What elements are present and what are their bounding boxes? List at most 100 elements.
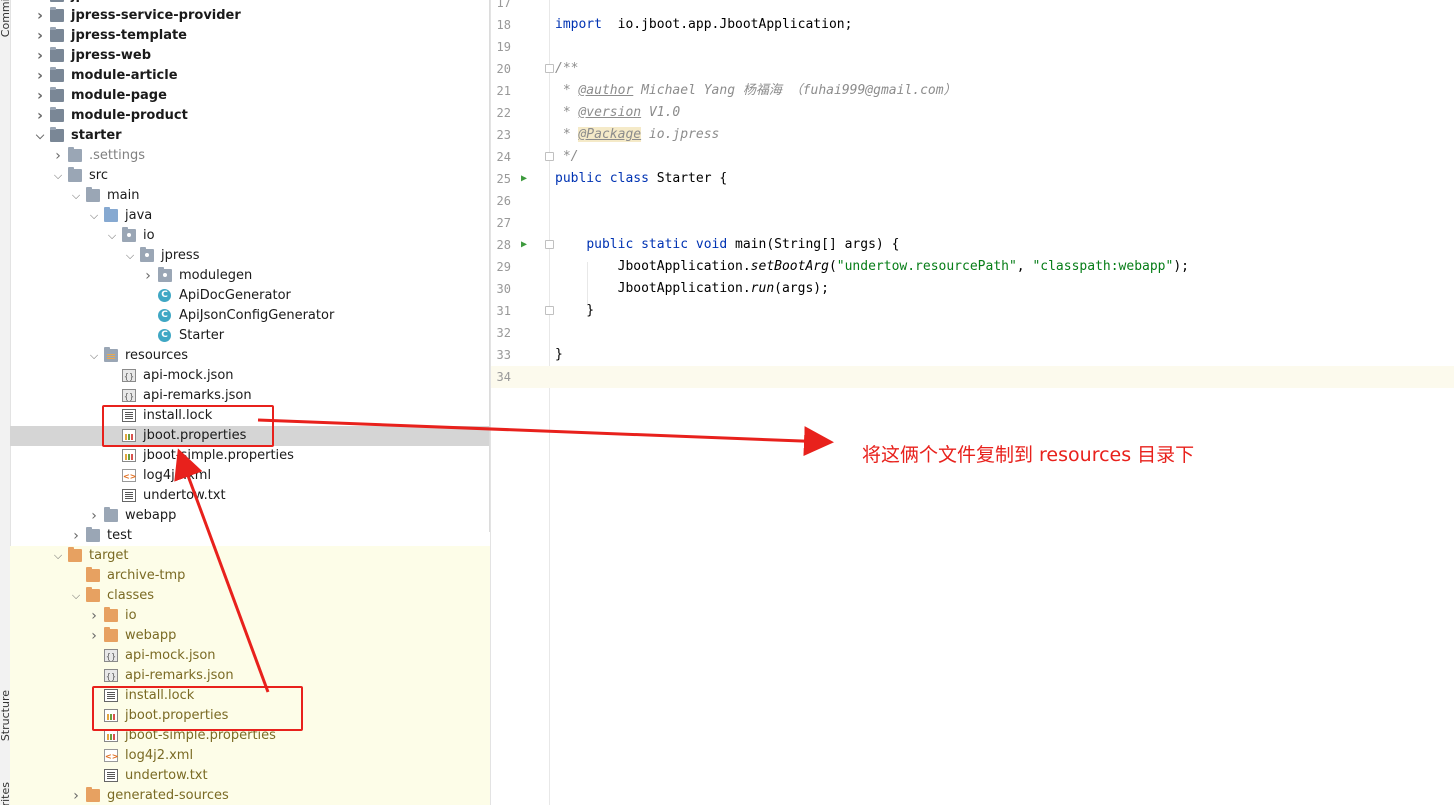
code-line[interactable]: 34 — [491, 366, 1454, 388]
tree-node[interactable]: <> log4j2.xml — [10, 746, 480, 766]
chevron-right-icon[interactable]: › — [70, 526, 82, 546]
chevron-right-icon[interactable]: › — [52, 146, 64, 166]
tree-node[interactable]: ⌵ resources — [10, 346, 480, 366]
tree-node[interactable]: C ApiDocGenerator — [10, 286, 480, 306]
tree-node-label: test — [107, 528, 132, 543]
tree-node[interactable]: ⌵ jpress — [10, 246, 480, 266]
tree-node[interactable]: › .settings — [10, 146, 480, 166]
chevron-down-icon[interactable]: ⌵ — [88, 346, 100, 366]
chevron-right-icon[interactable]: › — [88, 506, 100, 526]
fold-marker-icon[interactable] — [545, 152, 554, 161]
chevron-right-icon[interactable]: › — [34, 6, 46, 26]
chevron-right-icon[interactable]: › — [142, 266, 154, 286]
tree-node[interactable]: ⌵ java — [10, 206, 480, 226]
chevron-right-icon[interactable]: › — [34, 86, 46, 106]
code-token: , — [1016, 259, 1033, 274]
tree-node[interactable]: › module-product — [10, 106, 480, 126]
tree-node[interactable]: ⌵ classes — [10, 586, 480, 606]
code-line[interactable]: 27 — [491, 212, 1454, 234]
code-line[interactable]: 29 JbootApplication.setBootArg("undertow… — [491, 256, 1454, 278]
text-file-icon — [122, 489, 136, 502]
code-editor[interactable]: 17 18 import io.jboot.app.JbootApplication… — [490, 0, 1454, 805]
tree-node[interactable]: ⌵ main — [10, 186, 480, 206]
code-line[interactable]: 26 — [491, 190, 1454, 212]
fold-marker-icon[interactable] — [545, 64, 554, 73]
fold-marker-icon[interactable] — [545, 240, 554, 249]
tree-node[interactable]: ⌵ src — [10, 166, 480, 186]
run-icon[interactable]: ▶ — [521, 234, 527, 256]
chevron-down-icon[interactable]: ⌵ — [52, 546, 64, 566]
tree-node[interactable]: <> log4j2.xml — [10, 466, 480, 486]
tree-node[interactable]: ⌵ target — [10, 546, 480, 566]
chevron-down-icon[interactable]: ⌵ — [88, 206, 100, 226]
chevron-right-icon[interactable]: › — [70, 786, 82, 805]
code-token: */ — [555, 149, 579, 164]
chevron-down-icon[interactable]: ⌵ — [52, 166, 64, 186]
excluded-folder-icon — [68, 547, 82, 562]
tree-node-label: log4j2.xml — [125, 748, 194, 763]
tree-node[interactable]: › webapp — [10, 506, 480, 526]
chevron-right-icon[interactable]: › — [34, 46, 46, 66]
code-token: "classpath:webapp" — [1032, 259, 1174, 274]
code-token: Starter { — [648, 171, 728, 186]
tree-node[interactable]: › generated-sources — [10, 786, 480, 805]
chevron-down-icon[interactable]: ⌵ — [70, 586, 82, 606]
tree-node[interactable]: › webapp — [10, 626, 480, 646]
tree-node[interactable]: C Starter — [10, 326, 480, 346]
code-line[interactable]: 25 ▶ public class Starter { — [491, 168, 1454, 190]
tree-node[interactable]: {} api-remarks.json — [10, 386, 480, 406]
tree-node-label: log4j2.xml — [143, 468, 212, 483]
code-token: @author — [578, 83, 634, 98]
tree-node[interactable]: › jpress-template — [10, 26, 480, 46]
tree-node[interactable]: ⌵ starter — [10, 126, 480, 146]
tree-node-label: api-mock.json — [143, 368, 234, 383]
chevron-down-icon[interactable]: ⌵ — [34, 126, 46, 146]
line-number: 22 — [496, 106, 511, 120]
chevron-right-icon[interactable]: › — [34, 106, 46, 126]
code-line[interactable]: 20 /** — [491, 58, 1454, 80]
chevron-right-icon[interactable]: › — [88, 626, 100, 646]
chevron-down-icon[interactable]: ⌵ — [124, 246, 136, 266]
code-line[interactable]: 21 * @author Michael Yang 杨福海 （fuhai999@… — [491, 80, 1454, 102]
tree-node[interactable]: › module-page — [10, 86, 480, 106]
code-text: } — [555, 300, 594, 322]
tree-node[interactable]: › test — [10, 526, 480, 546]
tree-node[interactable]: C ApiJsonConfigGenerator — [10, 306, 480, 326]
code-line[interactable]: 19 — [491, 36, 1454, 58]
chevron-down-icon[interactable]: ⌵ — [70, 186, 82, 206]
code-line[interactable]: 23 * @Package io.jpress — [491, 124, 1454, 146]
tree-node[interactable]: › jpress-service-provider — [10, 6, 480, 26]
code-line[interactable]: 31 } — [491, 300, 1454, 322]
code-line[interactable]: 30 JbootApplication.run(args); — [491, 278, 1454, 300]
chevron-down-icon[interactable]: ⌵ — [106, 226, 118, 246]
chevron-right-icon[interactable]: › — [34, 66, 46, 86]
tree-node[interactable]: {} api-mock.json — [10, 366, 480, 386]
tree-node[interactable]: › module-article — [10, 66, 480, 86]
chevron-right-icon[interactable]: › — [88, 606, 100, 626]
tree-node[interactable]: ⌵ io — [10, 226, 480, 246]
code-line[interactable]: 17 — [491, 0, 1454, 14]
fold-marker-icon[interactable] — [545, 306, 554, 315]
tree-node[interactable]: › jpress-web — [10, 46, 480, 66]
tree-node-label: api-remarks.json — [125, 668, 234, 683]
module-folder-icon — [50, 127, 64, 142]
code-line[interactable]: 28 ▶ public static void main(String[] arg… — [491, 234, 1454, 256]
code-line[interactable]: 32 — [491, 322, 1454, 344]
tree-node[interactable]: archive-tmp — [10, 566, 480, 586]
code-line[interactable]: 18 import io.jboot.app.JbootApplication; — [491, 14, 1454, 36]
line-number: 18 — [496, 18, 511, 32]
class-icon: C — [158, 329, 171, 342]
code-line[interactable]: 33} — [491, 344, 1454, 366]
tree-node[interactable]: {} api-remarks.json — [10, 666, 480, 686]
tree-node[interactable]: undertow.txt — [10, 766, 480, 786]
code-line[interactable]: 24 */ — [491, 146, 1454, 168]
code-line[interactable]: 22 * @version V1.0 — [491, 102, 1454, 124]
tree-node[interactable]: undertow.txt — [10, 486, 480, 506]
chevron-right-icon[interactable]: › — [34, 26, 46, 46]
tree-node[interactable]: jboot-simple.properties — [10, 446, 480, 466]
tree-node[interactable]: › io — [10, 606, 480, 626]
properties-file-icon — [122, 449, 136, 462]
run-icon[interactable]: ▶ — [521, 168, 527, 190]
tree-node[interactable]: {} api-mock.json — [10, 646, 480, 666]
tree-node[interactable]: › modulegen — [10, 266, 480, 286]
